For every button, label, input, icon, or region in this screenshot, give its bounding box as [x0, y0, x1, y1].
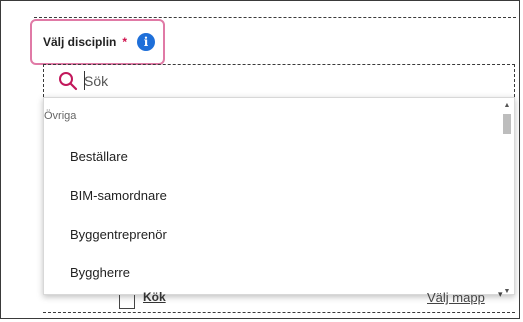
option-byggherre[interactable]: Byggherre [70, 265, 130, 280]
option-byggentreprenor[interactable]: Byggentreprenör [70, 227, 167, 242]
text-caret [84, 71, 85, 90]
field-label: Välj disciplin [43, 35, 117, 49]
scrollbar-thumb[interactable] [503, 114, 511, 134]
info-icon[interactable]: i [137, 33, 156, 51]
background-row: Kök Välj mapp ▾ [43, 289, 515, 319]
search-icon [59, 72, 78, 91]
row-label[interactable]: Kök [143, 290, 166, 304]
group-label-ovriga: Övriga [44, 110, 77, 122]
row-checkbox[interactable] [119, 295, 135, 309]
option-bim-samordnare[interactable]: BIM-samordnare [70, 188, 167, 203]
dropdown-scrollbar[interactable]: ▲ ▼ [503, 102, 511, 294]
chevron-down-icon[interactable]: ▾ [498, 289, 503, 300]
section-divider [34, 17, 516, 18]
scroll-up-icon[interactable]: ▲ [503, 102, 511, 110]
option-bestallare[interactable]: Beställare [70, 149, 128, 164]
discipline-dropdown: Övriga Beställare BIM-samordnare Byggent… [43, 97, 515, 295]
discipline-label-highlight: Välj disciplin * i [30, 19, 165, 65]
scroll-down-icon[interactable]: ▼ [503, 288, 511, 294]
required-marker: * [122, 35, 128, 49]
search-field[interactable] [43, 64, 515, 97]
choose-folder-link[interactable]: Välj mapp [427, 290, 485, 305]
search-input[interactable] [84, 73, 464, 89]
row-divider [43, 312, 515, 313]
